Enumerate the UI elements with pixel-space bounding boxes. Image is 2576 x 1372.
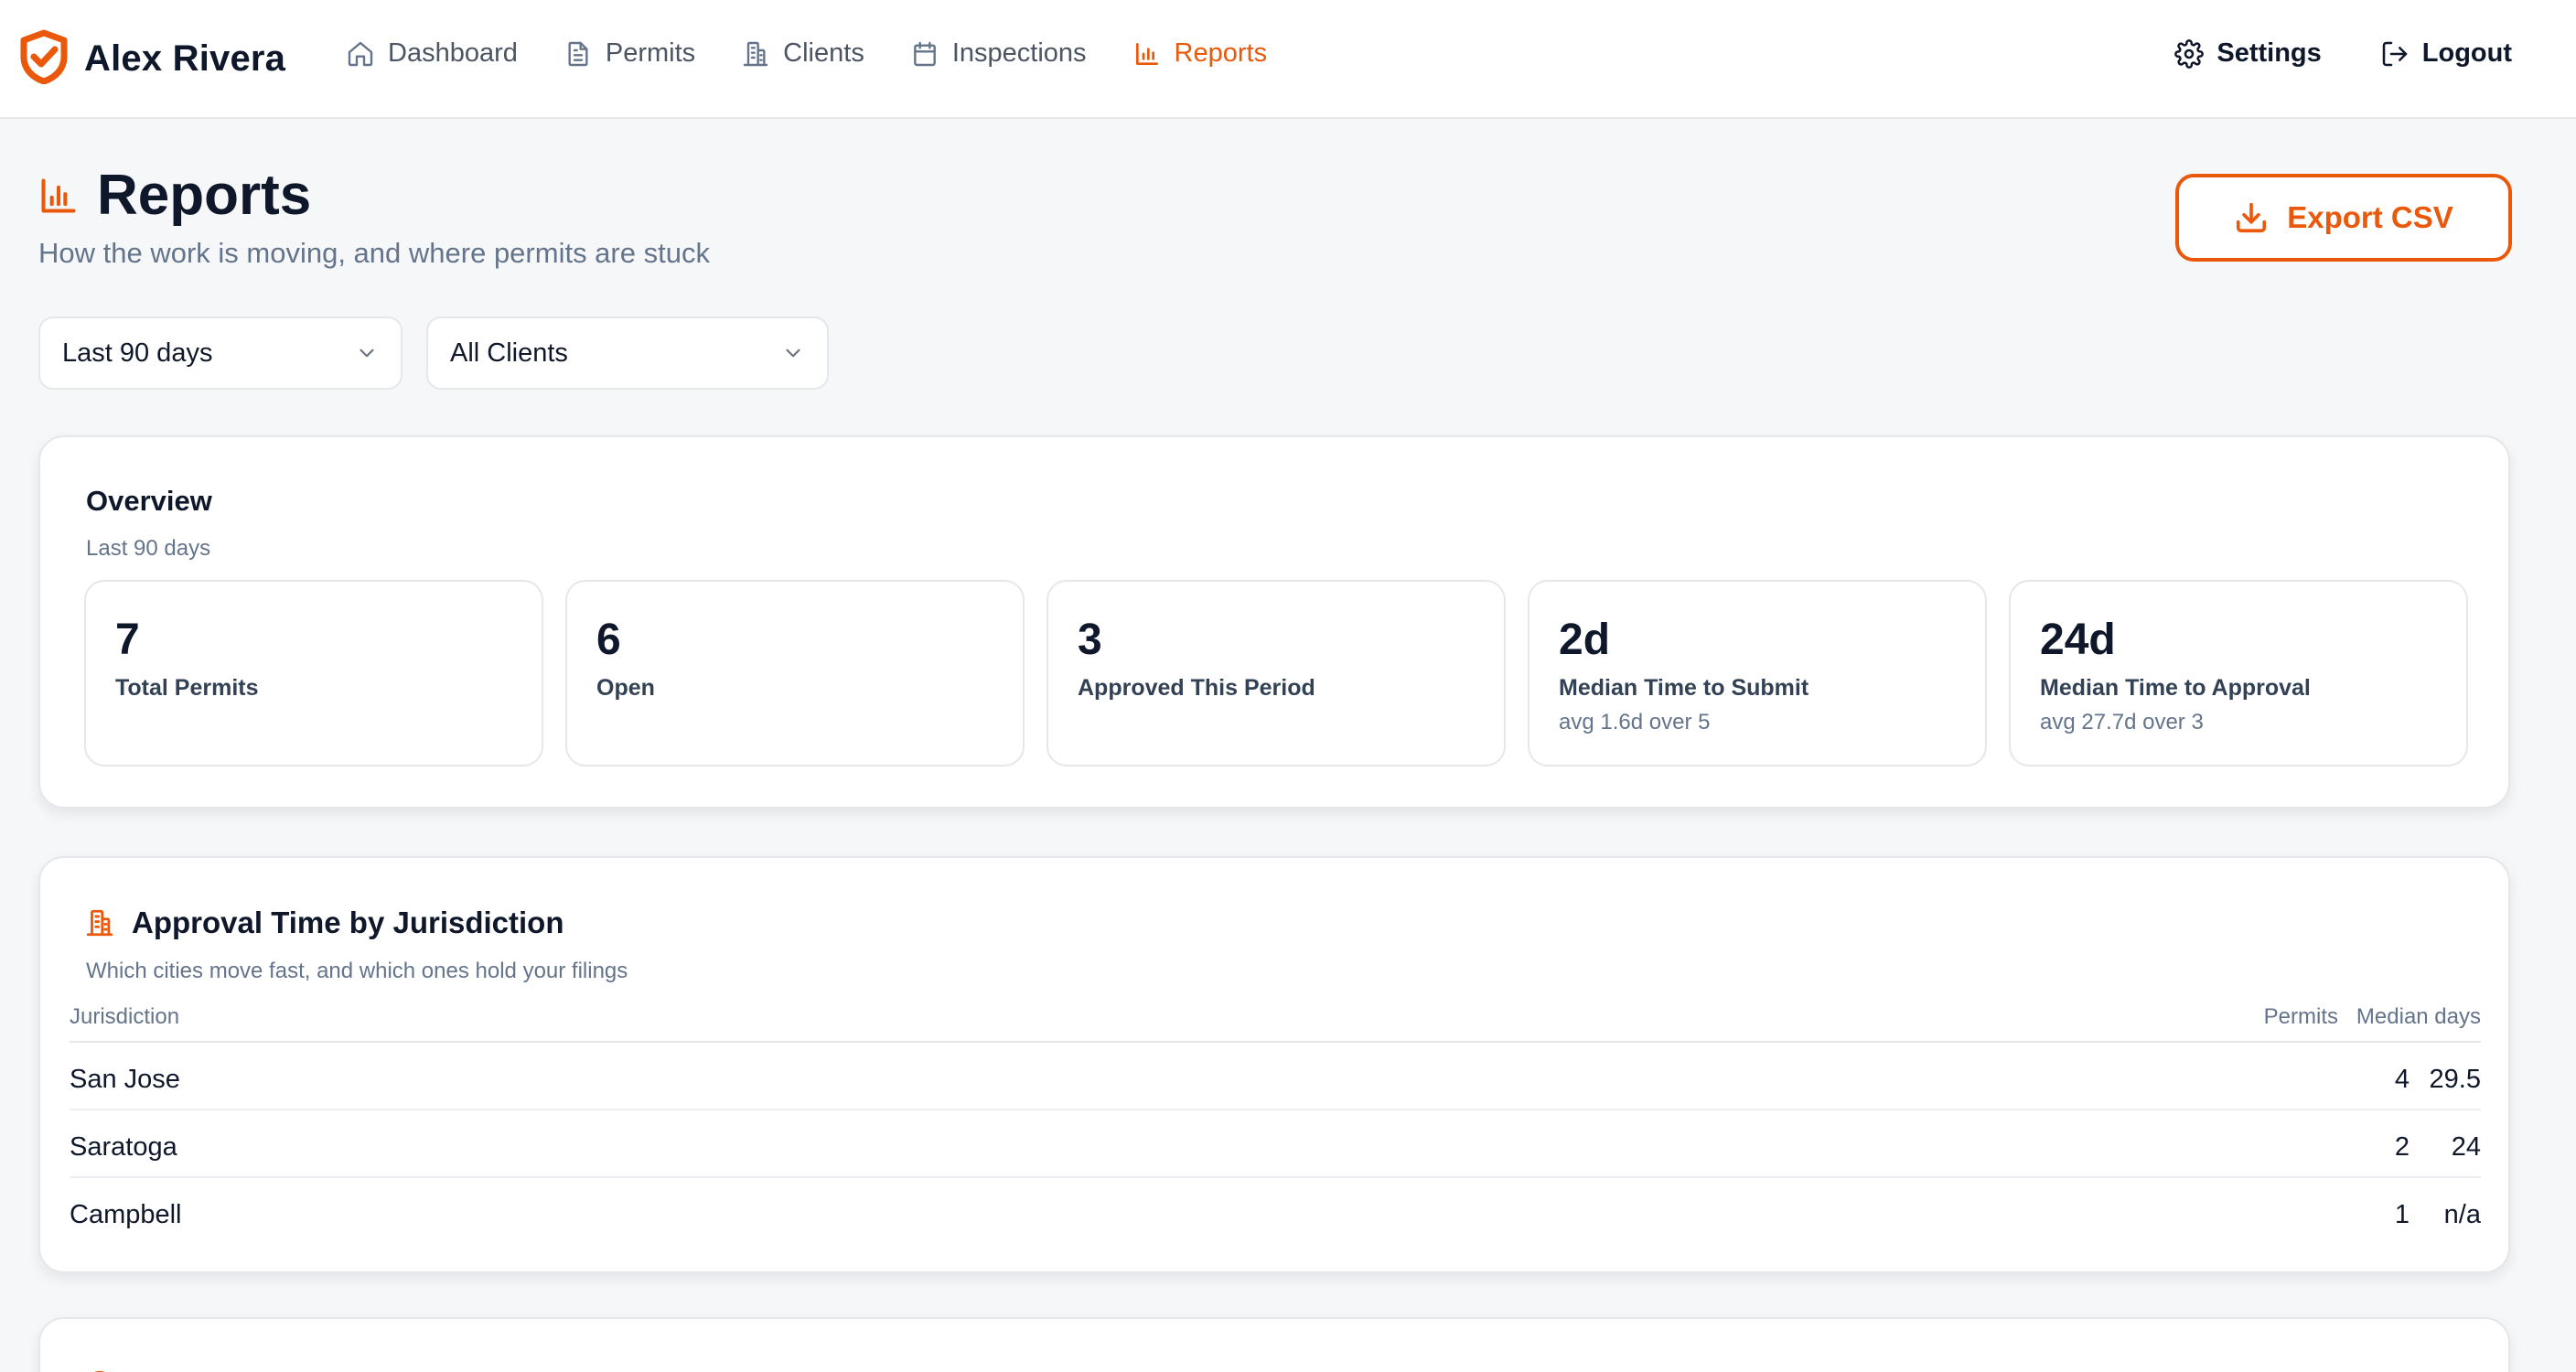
jurisdiction-name: San Jose <box>70 1065 180 1094</box>
column-header-permits: Permits <box>2263 1004 2338 1029</box>
calendar-icon <box>913 41 936 66</box>
nav-right: Settings Logout <box>2116 38 2512 69</box>
stat-card-median-submit: 2d Median Time to Submit avg 1.6d over 5 <box>1528 580 1987 766</box>
nav-links: Dashboard Permits Clients Inspections Re… <box>346 38 1313 69</box>
client-select[interactable]: All Clients <box>426 316 829 390</box>
stat-value: 6 <box>596 616 621 664</box>
building-icon <box>86 909 113 937</box>
jurisdiction-table: Jurisdiction Permits Median days San Jos… <box>70 997 2481 1246</box>
column-header-jurisdiction: Jurisdiction <box>70 1004 180 1029</box>
stat-card-median-approval: 24d Median Time to Approval avg 27.7d ov… <box>2009 580 2468 766</box>
permits-count: 2 <box>2394 1132 2410 1162</box>
stat-card-approved: 3 Approved This Period <box>1046 580 1506 766</box>
chevron-down-icon <box>360 348 374 358</box>
stat-note: avg 1.6d over 5 <box>1559 710 1711 734</box>
bar-chart-icon <box>1135 42 1158 65</box>
export-csv-label: Export CSV <box>2287 200 2453 234</box>
table-row: San Jose 4 29.5 <box>70 1043 2481 1110</box>
jurisdiction-name: Campbell <box>70 1200 182 1229</box>
stat-value: 3 <box>1078 616 1102 664</box>
stat-value: 7 <box>115 616 140 664</box>
chevron-down-icon <box>786 348 800 358</box>
jurisdiction-name: Saratoga <box>70 1132 177 1162</box>
permits-count: 1 <box>2394 1200 2410 1229</box>
stat-label: Open <box>596 675 655 701</box>
nav-item-label: Clients <box>783 38 864 68</box>
jurisdiction-title-row: Approval Time by Jurisdiction <box>84 906 564 940</box>
page-subtitle: How the work is moving, and where permit… <box>38 237 710 269</box>
nav-item-dashboard[interactable]: Dashboard <box>346 38 518 69</box>
stat-card-open: 6 Open <box>565 580 1025 766</box>
stat-label: Approved This Period <box>1078 675 1315 701</box>
overview-subtitle: Last 90 days <box>86 536 211 561</box>
table-row: Campbell 1 n/a <box>70 1178 2481 1246</box>
overview-card: Overview Last 90 days 7 Total Permits 6 … <box>38 435 2510 809</box>
stat-note: avg 27.7d over 3 <box>2040 710 2204 734</box>
logout-button[interactable]: Logout <box>2380 38 2512 69</box>
stat-label: Median Time to Approval <box>2040 675 2311 701</box>
nav-item-label: Inspections <box>951 38 1087 68</box>
building-icon <box>743 41 768 66</box>
stat-value: 24d <box>2040 616 2116 664</box>
home-icon <box>348 41 373 66</box>
top-nav: Alex Rivera Dashboard Permits Clients In… <box>0 0 2576 119</box>
nav-item-permits[interactable]: Permits <box>564 38 695 69</box>
overview-title: Overview <box>86 485 212 517</box>
stat-card-total-permits: 7 Total Permits <box>84 580 543 766</box>
export-csv-button[interactable]: Export CSV <box>2175 174 2512 262</box>
nav-item-label: Reports <box>1174 38 1268 68</box>
table-header: Jurisdiction Permits Median days <box>70 997 2481 1043</box>
permits-count: 4 <box>2394 1065 2410 1094</box>
settings-button[interactable]: Settings <box>2174 38 2322 69</box>
settings-label: Settings <box>2216 38 2322 68</box>
nav-item-label: Permits <box>605 38 696 68</box>
next-section-card <box>38 1317 2510 1372</box>
stat-value: 2d <box>1559 616 1611 664</box>
stats-row: 7 Total Permits 6 Open 3 Approved This P… <box>84 580 2468 766</box>
document-icon <box>568 41 588 66</box>
brand[interactable]: Alex Rivera <box>18 29 285 89</box>
period-select-value: Last 90 days <box>62 338 213 368</box>
stat-label: Median Time to Submit <box>1559 675 1809 701</box>
median-days: 29.5 <box>2429 1065 2481 1094</box>
download-icon <box>2237 202 2267 233</box>
nav-item-inspections[interactable]: Inspections <box>910 38 1087 69</box>
nav-item-label: Dashboard <box>388 38 518 68</box>
logout-label: Logout <box>2421 38 2512 68</box>
stat-label: Total Permits <box>115 675 259 701</box>
nav-item-reports[interactable]: Reports <box>1132 38 1268 69</box>
app-root: Alex Rivera Dashboard Permits Clients In… <box>0 0 2576 1372</box>
page-header: Reports How the work is moving, and wher… <box>38 163 710 270</box>
median-days: 24 <box>2451 1132 2481 1162</box>
logout-icon <box>2382 41 2408 66</box>
table-row: Saratoga 2 24 <box>70 1110 2481 1178</box>
period-select[interactable]: Last 90 days <box>38 316 402 390</box>
jurisdiction-card: Approval Time by Jurisdiction Which citi… <box>38 856 2510 1273</box>
shield-check-logo-icon <box>18 29 70 89</box>
client-select-value: All Clients <box>450 338 568 368</box>
title-row: Reports <box>38 163 710 228</box>
bar-chart-icon <box>41 177 76 213</box>
jurisdiction-title: Approval Time by Jurisdiction <box>132 906 564 939</box>
section-icon <box>94 1370 105 1372</box>
median-days: n/a <box>2443 1200 2481 1229</box>
gear-icon <box>2174 38 2205 69</box>
user-name: Alex Rivera <box>84 38 286 79</box>
jurisdiction-subtitle: Which cities move fast, and which ones h… <box>86 959 628 983</box>
nav-item-clients[interactable]: Clients <box>741 38 864 69</box>
column-header-median-days: Median days <box>2356 1004 2481 1029</box>
page-title: Reports <box>97 164 312 227</box>
